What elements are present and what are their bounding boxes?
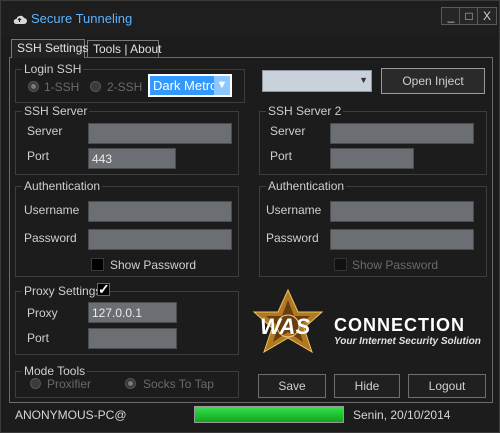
cloud-icon: [13, 15, 27, 24]
group-title: SSH Server 2: [268, 104, 342, 118]
radio-label: Proxifier: [47, 377, 92, 391]
open-inject-button[interactable]: Open Inject: [381, 68, 485, 94]
port-label: Port: [27, 331, 50, 345]
logo-word: CONNECTION: [334, 315, 465, 335]
chevron-down-icon: ▼: [359, 75, 368, 85]
radio-1-ssh[interactable]: [28, 81, 39, 92]
radio-socks-to-tap[interactable]: [125, 378, 136, 389]
username-label: Username: [24, 203, 80, 217]
proxy-port-input[interactable]: [88, 328, 177, 349]
ssh-settings-panel: Login SSH 1-SSH 2-SSH Dark Metro ▼ ▼ Ope…: [9, 57, 493, 403]
group-title: SSH Server: [24, 104, 88, 118]
tab-ssh-settings[interactable]: SSH Settings: [11, 39, 89, 58]
username-input[interactable]: [88, 201, 232, 222]
minimize-icon: _: [447, 9, 455, 23]
hide-button[interactable]: Hide: [334, 374, 400, 398]
save-button[interactable]: Save: [258, 374, 326, 398]
port-label: Port: [270, 149, 293, 163]
progress-fill: [195, 407, 343, 422]
radio-2-ssh[interactable]: [90, 81, 101, 92]
password-label: Password: [24, 231, 77, 245]
status-date: Senin, 20/10/2014: [353, 408, 451, 422]
group-title: Mode Tools: [24, 364, 86, 378]
password-2-input[interactable]: [330, 229, 474, 250]
was-connection-logo: WAS CONNECTION Your Internet Security So…: [248, 288, 488, 373]
server-label: Server: [27, 124, 63, 138]
group-title: Authentication: [268, 179, 345, 193]
proxy-input[interactable]: [88, 302, 177, 323]
username-2-input[interactable]: [330, 201, 474, 222]
maximize-button[interactable]: □: [459, 7, 479, 25]
button-label: Open Inject: [402, 74, 464, 88]
title-bar[interactable]: Secure Tunneling _ □ X: [1, 1, 499, 37]
server-input[interactable]: [88, 123, 232, 144]
tab-label: SSH Settings: [17, 41, 89, 55]
show-password-label: Show Password: [110, 258, 197, 272]
username-label: Username: [266, 203, 322, 217]
computer-name: ANONYMOUS-PC@: [15, 408, 127, 422]
port-label: Port: [27, 149, 50, 163]
button-label: Hide: [354, 379, 380, 393]
password-input[interactable]: [88, 229, 232, 250]
tab-tools-about[interactable]: Tools | About: [87, 40, 162, 58]
logo-tagline: Your Internet Security Solution: [334, 336, 481, 347]
show-password-2-checkbox[interactable]: [334, 258, 347, 271]
group-title: Proxy Settings: [22, 285, 103, 297]
chevron-down-icon: ▼: [214, 76, 230, 95]
proxy-settings-label: Proxy Settings: [24, 284, 102, 298]
close-icon: X: [482, 9, 491, 23]
checkmark-icon: ✓: [98, 281, 110, 297]
server-label: Server: [270, 124, 306, 138]
close-button[interactable]: X: [477, 7, 497, 25]
radio-label: 2-SSH: [107, 80, 143, 94]
show-password-checkbox[interactable]: [91, 258, 104, 271]
inject-dropdown[interactable]: ▼: [262, 70, 372, 92]
radio-label: Socks To Tap: [143, 377, 214, 391]
show-password-label: Show Password: [352, 258, 439, 272]
minimize-button[interactable]: _: [441, 7, 461, 25]
theme-select[interactable]: Dark Metro ▼: [148, 74, 232, 97]
server-2-input[interactable]: [330, 123, 474, 144]
port-2-input[interactable]: [330, 148, 414, 169]
theme-value: Dark Metro: [153, 78, 218, 93]
password-label: Password: [266, 231, 319, 245]
logout-button[interactable]: Logout: [408, 374, 486, 398]
tab-label: Tools | About: [93, 42, 162, 56]
connection-progress-bar: [194, 406, 344, 423]
logo-brand: WAS: [260, 314, 311, 339]
button-label: Logout: [428, 379, 466, 393]
group-title: Login SSH: [24, 62, 82, 76]
proxy-label: Proxy: [27, 306, 58, 320]
proxy-settings-checkbox[interactable]: ✓: [97, 281, 110, 297]
window-title: Secure Tunneling: [31, 11, 133, 26]
radio-label: 1-SSH: [44, 80, 80, 94]
port-input[interactable]: [88, 148, 176, 169]
group-title: Authentication: [24, 179, 101, 193]
maximize-icon: □: [465, 9, 473, 23]
button-label: Save: [278, 379, 306, 393]
radio-proxifier[interactable]: [30, 378, 41, 389]
app-window: Secure Tunneling _ □ X SSH Settings Tool…: [0, 0, 500, 433]
